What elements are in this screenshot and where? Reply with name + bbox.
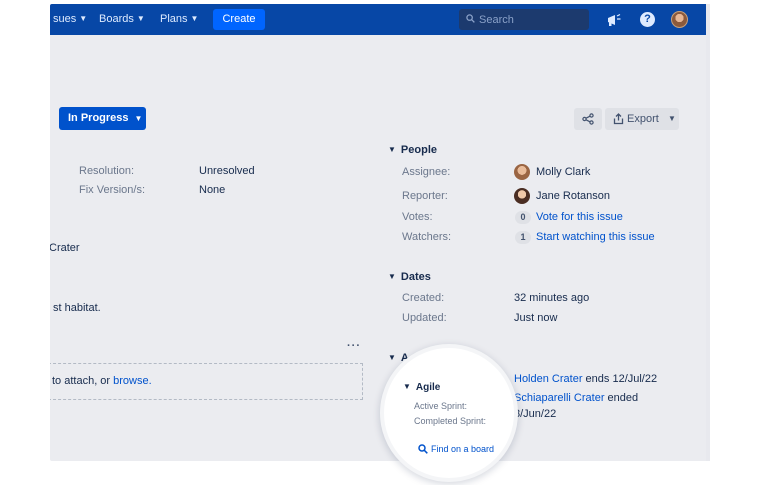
updated-value: Just now bbox=[514, 312, 558, 324]
created-value: 32 minutes ago bbox=[514, 292, 590, 304]
watch-link[interactable]: Start watching this issue bbox=[536, 231, 655, 243]
user-avatar[interactable] bbox=[671, 11, 688, 28]
people-section-header[interactable]: ▼ People bbox=[388, 144, 437, 156]
search-icon bbox=[418, 444, 428, 454]
help-icon[interactable]: ? bbox=[640, 12, 655, 27]
completed-sprint-ended: ended bbox=[607, 392, 639, 404]
nav-issues-menu[interactable]: sues ▼ bbox=[53, 13, 87, 25]
lens-agile-header[interactable]: ▼ Agile bbox=[403, 382, 440, 393]
description-fragment-habitat: st habitat. bbox=[53, 302, 101, 314]
chevron-down-icon: ▼ bbox=[668, 114, 676, 123]
resolution-label: Resolution: bbox=[79, 165, 135, 177]
watchers-count-badge: 1 bbox=[515, 231, 531, 244]
lens-agile-title: Agile bbox=[415, 382, 441, 393]
votes-count-badge: 0 bbox=[515, 211, 531, 224]
chevron-down-icon: ▼ bbox=[136, 14, 145, 23]
export-label: Export bbox=[627, 113, 659, 125]
resolution-value: Unresolved bbox=[199, 165, 255, 177]
export-icon bbox=[613, 113, 624, 125]
status-dropdown-button[interactable]: In Progress ▼ bbox=[59, 107, 146, 130]
completed-sprint-value: Schiaparelli Crater ended bbox=[514, 392, 638, 404]
share-button[interactable] bbox=[574, 108, 602, 130]
magnifier-lens: ▼ Agile Active Sprint: Completed Sprint: … bbox=[380, 344, 518, 482]
dates-section-header[interactable]: ▼ Dates bbox=[388, 271, 431, 283]
chevron-down-icon: ▼ bbox=[134, 114, 143, 123]
nav-issues-label: sues bbox=[53, 13, 77, 25]
jira-issue-window: sues▼ Boards▼ Plans▼ Create ? In Progres… bbox=[50, 4, 710, 461]
search-input[interactable] bbox=[479, 9, 584, 30]
lens-active-sprint-label: Active Sprint: bbox=[414, 401, 468, 411]
active-sprint-link[interactable]: Holden Crater bbox=[514, 373, 582, 385]
find-on-board-label: Find on a board bbox=[431, 444, 495, 454]
create-button[interactable]: Create bbox=[213, 9, 265, 30]
completed-sprint-date: 8/Jun/22 bbox=[514, 408, 557, 420]
export-button[interactable]: Export ▼ bbox=[605, 108, 679, 130]
search-icon bbox=[466, 14, 475, 23]
megaphone-icon[interactable] bbox=[606, 12, 622, 28]
search-box[interactable] bbox=[459, 9, 589, 30]
attachment-dropzone[interactable]: to attach, or browse. bbox=[50, 363, 363, 400]
attach-instruction: to attach, or bbox=[52, 375, 114, 387]
chevron-down-icon: ▼ bbox=[388, 272, 396, 281]
vote-link[interactable]: Vote for this issue bbox=[536, 211, 623, 223]
chevron-down-icon: ▼ bbox=[79, 14, 88, 23]
active-sprint-value: Holden Crater ends 12/Jul/22 bbox=[514, 373, 657, 385]
browse-link[interactable]: browse. bbox=[113, 375, 152, 387]
assignee-value[interactable]: Molly Clark bbox=[536, 166, 590, 178]
nav-boards-menu[interactable]: Boards ▼ bbox=[99, 13, 145, 25]
assignee-label: Assignee: bbox=[402, 166, 451, 178]
window-edge bbox=[706, 4, 710, 461]
avatar bbox=[514, 188, 530, 204]
completed-sprint-link[interactable]: Schiaparelli Crater bbox=[514, 392, 604, 404]
chevron-down-icon: ▼ bbox=[190, 14, 199, 23]
avatar bbox=[514, 164, 530, 180]
fix-version-value: None bbox=[199, 184, 226, 196]
reporter-label: Reporter: bbox=[402, 190, 448, 202]
nav-plans-label: Plans bbox=[160, 13, 188, 25]
description-fragment-crater: Crater bbox=[50, 242, 80, 254]
dates-title: Dates bbox=[400, 271, 431, 283]
attachment-dropzone-text: to attach, or browse. bbox=[52, 375, 152, 387]
top-navigation-bar: sues▼ Boards▼ Plans▼ Create ? bbox=[50, 4, 706, 35]
nav-plans-menu[interactable]: Plans ▼ bbox=[160, 13, 198, 25]
watchers-label: Watchers: bbox=[402, 231, 452, 243]
reporter-value[interactable]: Jane Rotanson bbox=[536, 190, 610, 202]
votes-label: Votes: bbox=[402, 211, 433, 223]
nav-boards-label: Boards bbox=[99, 13, 134, 25]
more-actions-icon[interactable]: ··· bbox=[347, 340, 361, 352]
chevron-down-icon: ▼ bbox=[388, 353, 396, 362]
status-label: In Progress bbox=[68, 112, 129, 124]
people-title: People bbox=[400, 144, 437, 156]
fix-version-label: Fix Version/s: bbox=[79, 184, 146, 196]
chevron-down-icon: ▼ bbox=[388, 145, 396, 154]
share-icon bbox=[582, 113, 594, 125]
lens-completed-sprint-label: Completed Sprint: bbox=[414, 416, 487, 426]
updated-label: Updated: bbox=[402, 312, 447, 324]
chevron-down-icon: ▼ bbox=[403, 382, 411, 391]
created-label: Created: bbox=[402, 292, 445, 304]
active-sprint-end: ends 12/Jul/22 bbox=[585, 373, 658, 385]
find-on-board-link[interactable]: Find on a board bbox=[418, 444, 494, 454]
